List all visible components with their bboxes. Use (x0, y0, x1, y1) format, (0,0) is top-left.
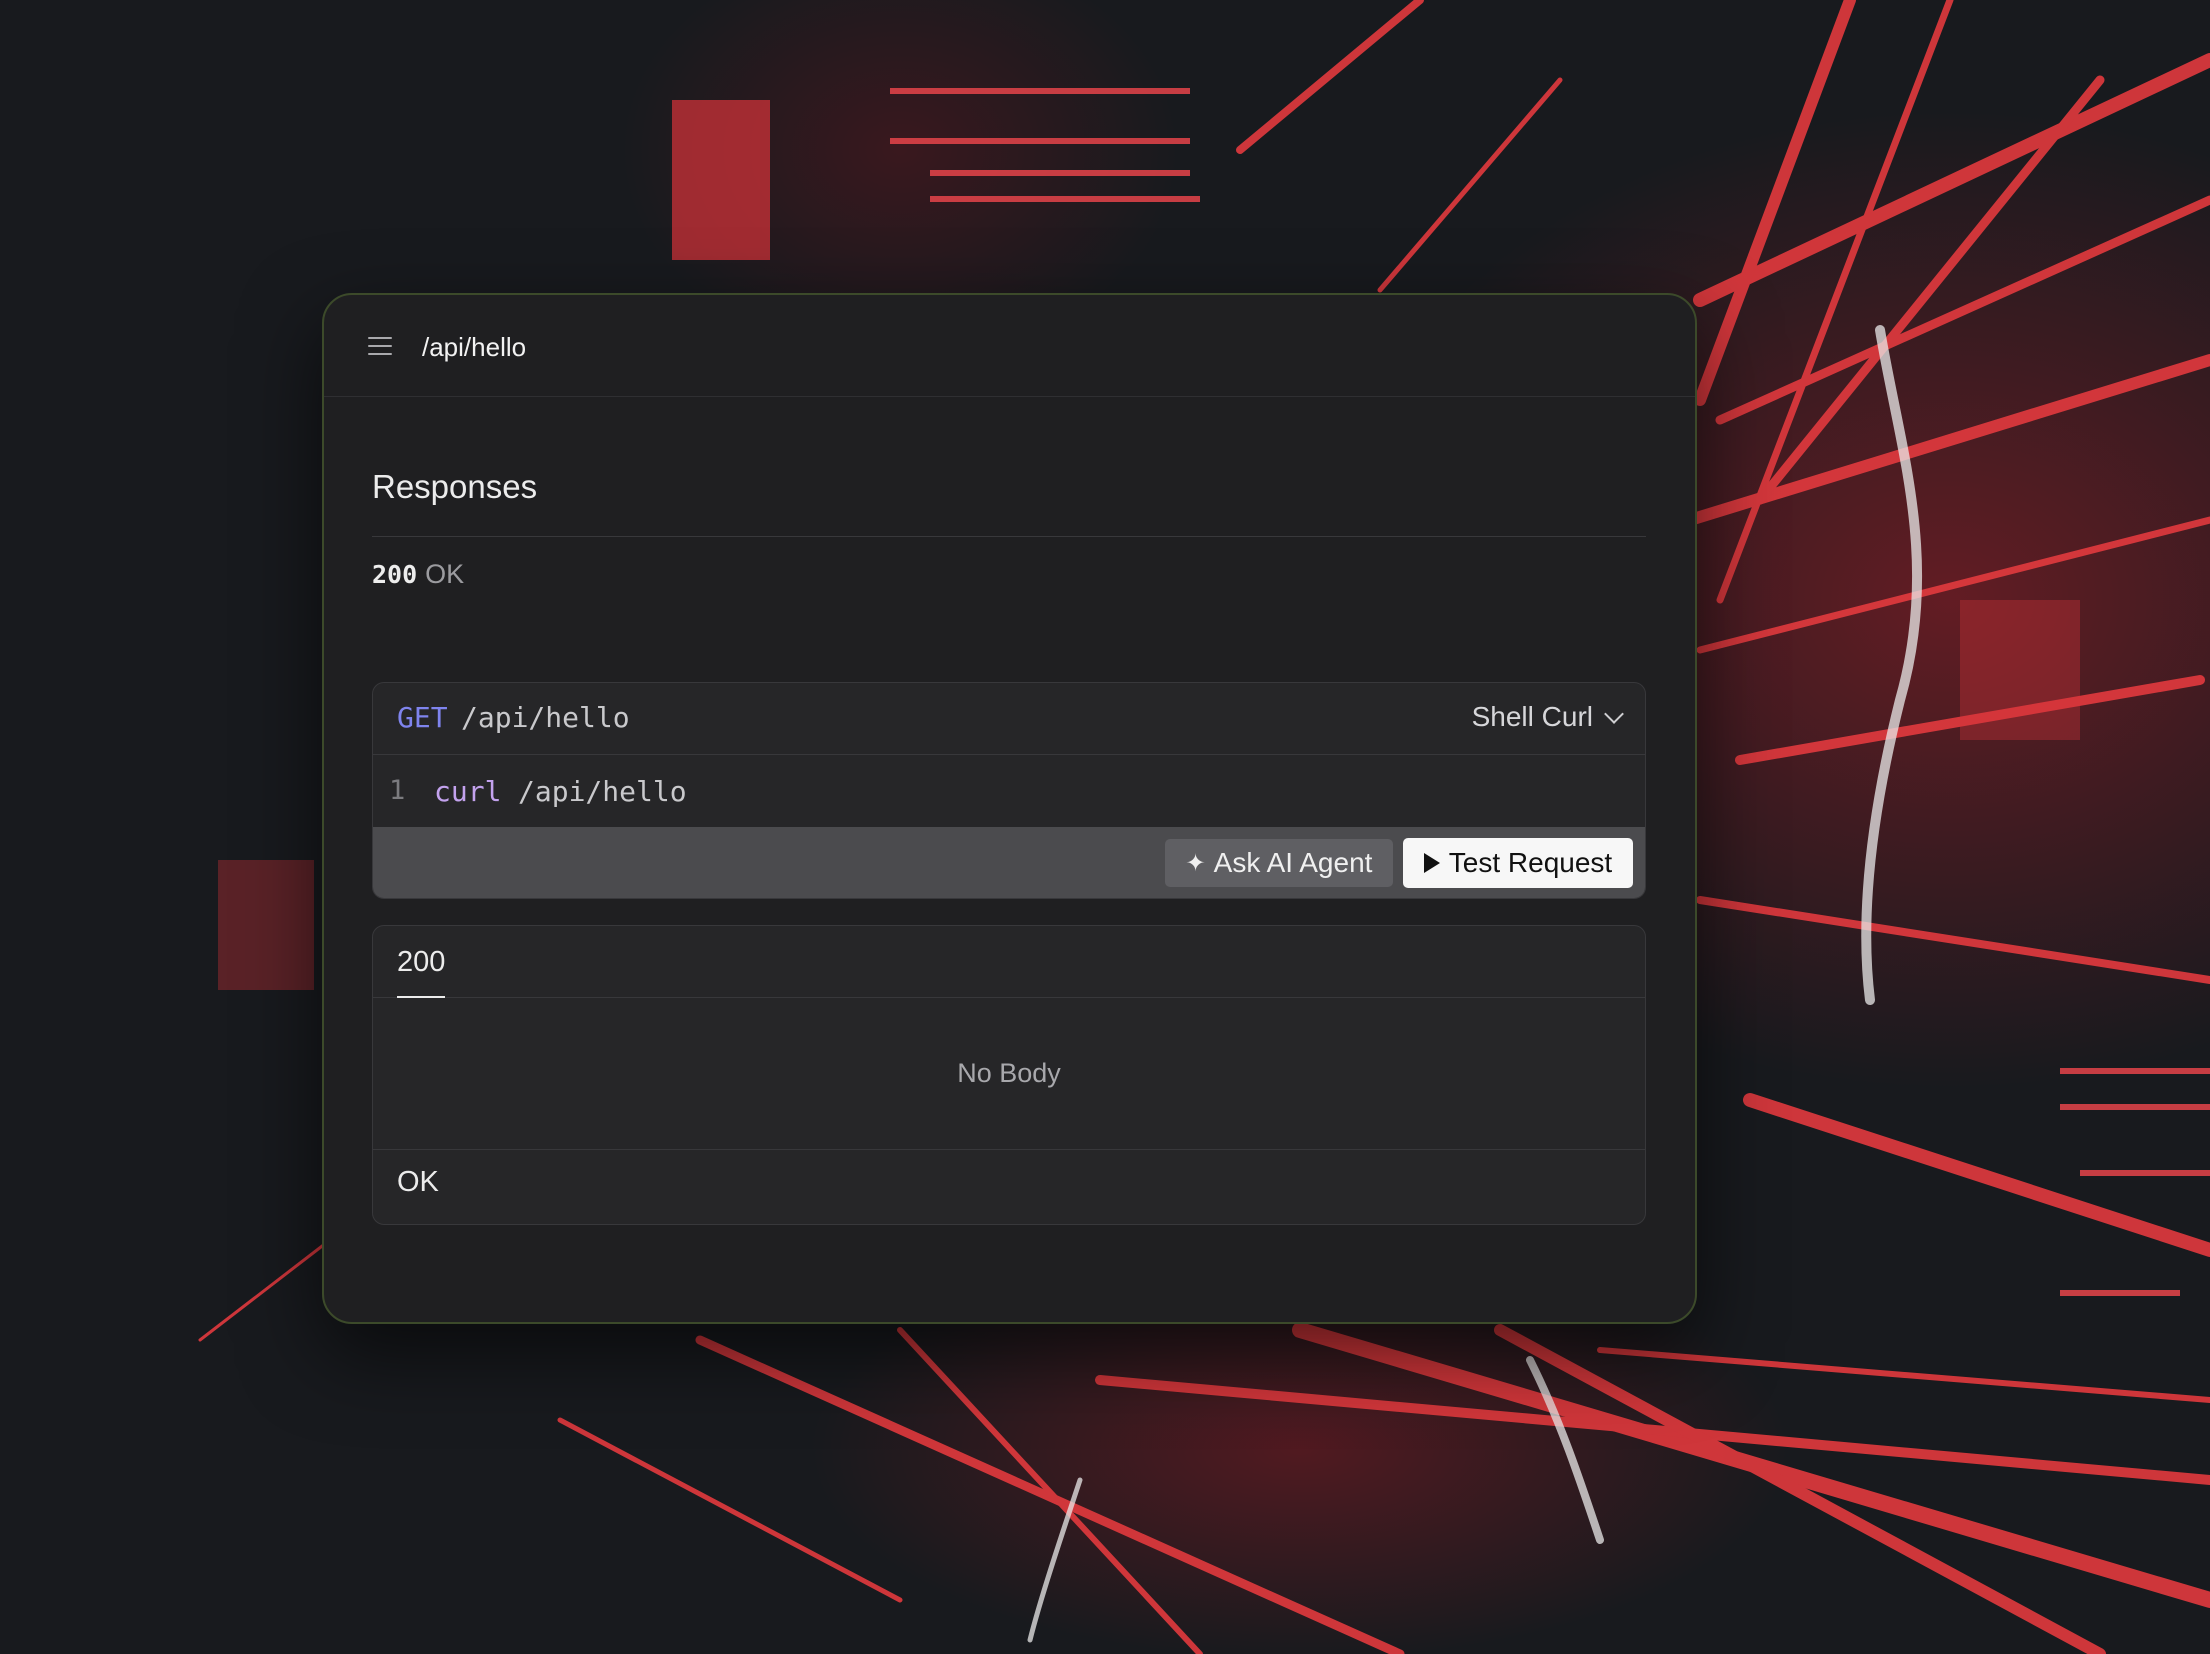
test-request-button[interactable]: Test Request (1403, 838, 1633, 888)
code-line: 1 curl /api/hello (373, 755, 1645, 827)
response-example-card: 200 No Body OK (372, 925, 1646, 1225)
code-command: curl (434, 775, 502, 808)
language-select[interactable]: Shell Curl (1471, 701, 1624, 733)
ask-ai-agent-button[interactable]: ✦ Ask AI Agent (1165, 839, 1393, 887)
request-path: /api/hello (461, 701, 630, 734)
code-argument: /api/hello (518, 775, 687, 808)
sparkle-icon: ✦ (1185, 849, 1206, 877)
response-description: OK (397, 1166, 439, 1198)
no-body-text: No Body (957, 1058, 1061, 1088)
response-tabs: 200 (373, 926, 1645, 998)
chevron-down-icon (1604, 704, 1624, 724)
tab-200[interactable]: 200 (397, 944, 446, 998)
response-status: 200 OK (372, 557, 464, 592)
status-text: OK (425, 559, 465, 589)
api-docs-window: /api/hello Responses 200 OK GET /api/hell… (322, 293, 1697, 1324)
response-body: No Body (373, 998, 1645, 1150)
request-actions-bar: ✦ Ask AI Agent Test Request (373, 827, 1645, 898)
line-number: 1 (389, 775, 406, 806)
top-bar: /api/hello (324, 295, 1695, 397)
hamburger-menu-icon[interactable] (368, 337, 392, 357)
play-icon (1423, 853, 1440, 873)
ask-ai-agent-label: Ask AI Agent (1213, 847, 1373, 878)
language-select-value: Shell Curl (1471, 701, 1593, 732)
divider (372, 536, 1646, 537)
request-example-card: GET /api/hello Shell Curl 1 curl /api/he… (372, 682, 1646, 899)
http-method: GET (397, 701, 448, 734)
page-title: /api/hello (422, 332, 527, 362)
responses-heading: Responses (372, 468, 538, 505)
status-code: 200 (372, 560, 418, 589)
request-header: GET /api/hello Shell Curl (373, 683, 1645, 755)
test-request-label: Test Request (1448, 847, 1613, 878)
